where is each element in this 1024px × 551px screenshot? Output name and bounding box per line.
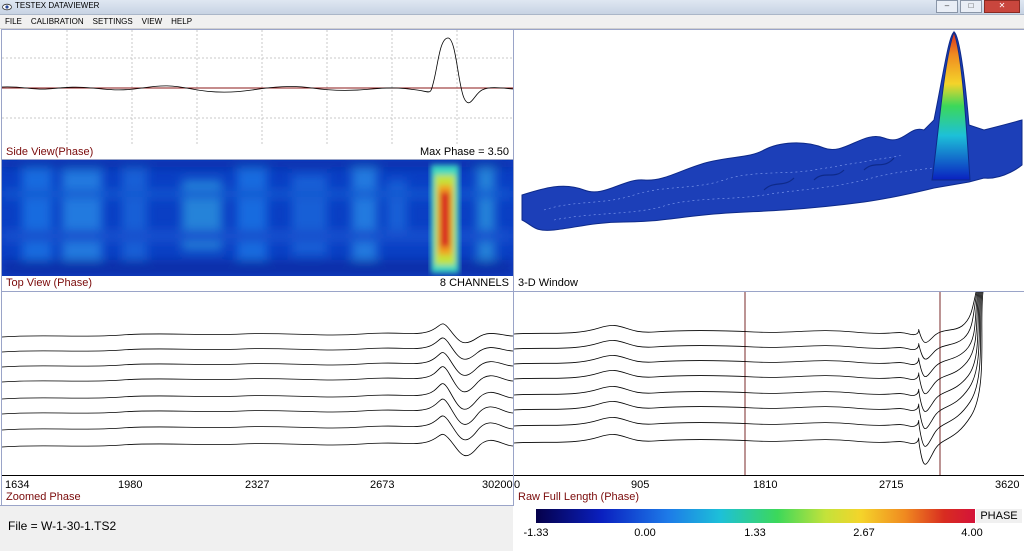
- legend-tick-3: 1.33: [744, 527, 766, 539]
- raw-tick-1: 0: [514, 479, 521, 491]
- raw-trace-3: [514, 292, 979, 378]
- close-button[interactable]: ✕: [984, 0, 1020, 13]
- raw-trace-6: [514, 292, 982, 430]
- top-view-label: Top View (Phase): [6, 277, 93, 289]
- raw-phase-plot: [514, 292, 984, 475]
- menu-view[interactable]: VIEW: [137, 15, 166, 28]
- zoomed-tick-3: 2327: [245, 479, 270, 491]
- surface-3d-plot: [521, 30, 1023, 231]
- raw-trace-5: [514, 292, 981, 412]
- zoomed-tick-2: 1980: [118, 479, 143, 491]
- side-view-plot: [2, 30, 513, 145]
- minimize-button[interactable]: –: [936, 0, 958, 13]
- zoomed-trace-2: [2, 337, 513, 360]
- raw-trace-8: [514, 292, 984, 465]
- menu-bar: FILE CALIBRATION SETTINGS VIEW HELP: [0, 15, 1024, 29]
- menu-help[interactable]: HELP: [166, 15, 196, 28]
- zoomed-trace-7: [2, 415, 513, 441]
- window-3d-panel[interactable]: 3-D Window: [513, 29, 1024, 292]
- legend-tick-4: 2.67: [853, 527, 875, 539]
- top-view-panel[interactable]: Top View (Phase) 8 CHANNELS: [1, 159, 514, 292]
- menu-calibration[interactable]: CALIBRATION: [26, 15, 88, 28]
- phase-colorbar: [536, 509, 975, 523]
- zoomed-axis-line: [2, 475, 513, 476]
- raw-tick-3: 1810: [753, 479, 778, 491]
- channels-count: 8 CHANNELS: [439, 277, 509, 289]
- zoomed-trace-8: [2, 433, 513, 457]
- raw-full-length-panel[interactable]: 0 905 1810 2715 3620 Raw Full Length (Ph…: [513, 291, 1024, 506]
- raw-tick-2: 905: [631, 479, 650, 491]
- zoomed-tick-5: 30200: [482, 479, 513, 491]
- app-eye-icon: [2, 3, 12, 11]
- raw-tick-5: 3620: [995, 479, 1020, 491]
- raw-full-length-label: Raw Full Length (Phase): [518, 491, 640, 503]
- side-view-label: Side View(Phase): [6, 146, 94, 158]
- zoomed-trace-5: [2, 383, 513, 410]
- zoomed-phase-plot: [2, 323, 513, 457]
- legend-tick-2: 0.00: [634, 527, 656, 539]
- raw-trace-4: [514, 292, 980, 395]
- side-view-trace: [2, 37, 513, 104]
- legend-tick-5: 4.00: [961, 527, 983, 539]
- status-bar: File = W-1-30-1.TS2: [0, 505, 513, 551]
- zoomed-phase-label: Zoomed Phase: [6, 491, 81, 503]
- side-view-panel[interactable]: Side View(Phase) Max Phase = 3.50: [1, 29, 514, 160]
- zoomed-tick-4: 2673: [370, 479, 395, 491]
- menu-file[interactable]: FILE: [0, 15, 26, 28]
- zoomed-trace-4: [2, 366, 513, 393]
- phase-legend-label: PHASE: [976, 509, 1022, 523]
- maximize-button[interactable]: □: [960, 0, 982, 13]
- zoomed-phase-panel[interactable]: 1634 1980 2327 2673 30200 Zoomed Phase: [1, 291, 514, 506]
- raw-axis-line: [514, 475, 1024, 476]
- menu-settings[interactable]: SETTINGS: [88, 15, 137, 28]
- legend-tick-1: -1.33: [523, 527, 549, 539]
- color-legend: PHASE -1.33 0.00 1.33 2.67 4.00: [514, 505, 1024, 550]
- raw-tick-4: 2715: [879, 479, 904, 491]
- title-bar: TESTEX DATAVIEWER – □ ✕: [0, 0, 1024, 15]
- zoomed-tick-1: 1634: [5, 479, 30, 491]
- window-3d-label: 3-D Window: [518, 277, 578, 289]
- top-view-heatmap: [2, 160, 513, 276]
- max-phase-readout: Max Phase = 3.50: [420, 146, 509, 158]
- file-name: File = W-1-30-1.TS2: [8, 519, 117, 533]
- zoomed-trace-1: [2, 323, 513, 344]
- window-title: TESTEX DATAVIEWER: [15, 1, 100, 10]
- raw-trace-7: [514, 292, 983, 447]
